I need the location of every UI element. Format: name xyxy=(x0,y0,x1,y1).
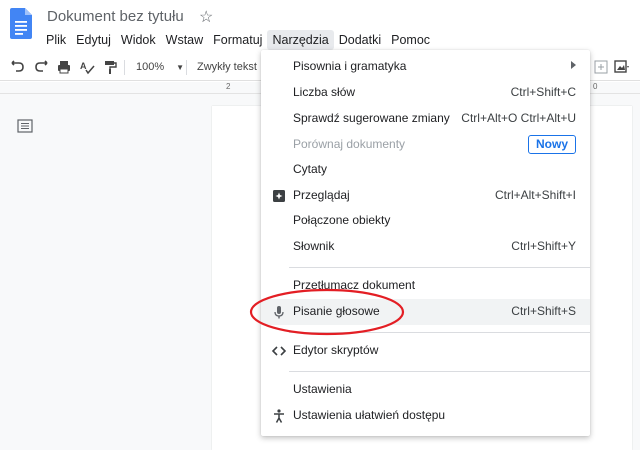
menu-item-label: Przetłumacz dokument xyxy=(293,278,416,292)
menu-item-translate-document[interactable]: Przetłumacz dokument xyxy=(261,273,590,299)
explore-icon xyxy=(273,190,285,202)
style-select[interactable]: Zwykły tekst xyxy=(197,58,257,76)
menubar: Plik Edytuj Widok Wstaw Formatuj Narzędz… xyxy=(41,30,435,50)
menu-help[interactable]: Pomoc xyxy=(386,30,435,50)
chevron-down-icon: ▼ xyxy=(176,62,185,72)
ruler-mark: 0 xyxy=(593,82,598,91)
menu-item-label: Sprawdź sugerowane zmiany xyxy=(293,111,450,125)
style-value: Zwykły tekst xyxy=(197,61,257,73)
menu-item-shortcut: Ctrl+Alt+Shift+I xyxy=(494,188,576,202)
menu-item-label: Połączone obiekty xyxy=(293,213,391,227)
menu-format[interactable]: Formatuj xyxy=(208,30,267,50)
menu-item-shortcut: Ctrl+Shift+C xyxy=(510,85,576,99)
menu-item-preferences[interactable]: Ustawienia xyxy=(261,377,590,403)
print-icon[interactable] xyxy=(56,58,72,76)
menu-item-review-suggested-edits[interactable]: Sprawdź sugerowane zmiany Ctrl+Alt+O Ctr… xyxy=(261,106,590,132)
document-outline-icon[interactable] xyxy=(17,119,33,133)
menu-item-accessibility-settings[interactable]: Ustawienia ułatwień dostępu xyxy=(261,403,590,429)
menu-item-label: Ustawienia ułatwień dostępu xyxy=(293,408,446,422)
menu-insert[interactable]: Wstaw xyxy=(161,30,209,50)
menu-item-word-count[interactable]: Liczba słów Ctrl+Shift+C xyxy=(261,80,590,106)
toolbar-divider xyxy=(186,60,187,75)
tools-menu: Pisownia i gramatyka Liczba słów Ctrl+Sh… xyxy=(261,50,590,436)
toolbar-divider xyxy=(124,60,125,75)
zoom-select[interactable]: 100% ▼ xyxy=(136,58,184,76)
zoom-value: 100% xyxy=(136,61,165,73)
menu-divider xyxy=(289,332,590,333)
menu-item-label: Porównaj dokumenty xyxy=(293,137,406,151)
ruler-mark: 2 xyxy=(226,82,231,91)
menu-addons[interactable]: Dodatki xyxy=(334,30,386,50)
menu-item-script-editor[interactable]: Edytor skryptów xyxy=(261,338,590,364)
menu-item-label: Edytor skryptów xyxy=(293,343,379,357)
redo-icon[interactable] xyxy=(33,58,49,76)
menu-item-spelling-grammar[interactable]: Pisownia i gramatyka xyxy=(261,54,590,80)
undo-icon[interactable] xyxy=(10,58,26,76)
new-badge: Nowy xyxy=(527,135,576,154)
spellcheck-icon[interactable]: A xyxy=(79,58,95,76)
menu-tools[interactable]: Narzędzia xyxy=(267,30,334,50)
menu-item-compare-documents: Porównaj dokumenty Nowy xyxy=(261,132,590,158)
menu-item-shortcut: Ctrl+Alt+O Ctrl+Alt+U xyxy=(461,111,576,125)
menu-item-label: Przeglądaj xyxy=(293,188,350,202)
menu-item-shortcut: Ctrl+Shift+S xyxy=(511,304,576,318)
image-icon[interactable] xyxy=(614,58,630,76)
menu-item-label: Pisanie głosowe xyxy=(293,304,380,318)
document-title[interactable]: Dokument bez tytułu xyxy=(47,8,184,25)
menu-divider xyxy=(289,371,590,372)
menu-edit[interactable]: Edytuj xyxy=(71,30,116,50)
menu-item-linked-objects[interactable]: Połączone obiekty xyxy=(261,208,590,234)
submenu-arrow-icon xyxy=(571,61,576,69)
svg-text:A: A xyxy=(80,61,87,71)
menu-item-voice-typing[interactable]: Pisanie głosowe Ctrl+Shift+S xyxy=(261,299,590,325)
code-icon xyxy=(271,346,287,356)
menu-item-explore[interactable]: Przeglądaj Ctrl+Alt+Shift+I xyxy=(261,183,590,209)
google-docs-logo-icon[interactable] xyxy=(10,8,32,39)
star-icon[interactable]: ☆ xyxy=(199,7,213,27)
menu-item-label: Ustawienia xyxy=(293,382,352,396)
menu-item-label: Słownik xyxy=(293,239,335,253)
menu-item-citations[interactable]: Cytaty xyxy=(261,157,590,183)
accessibility-icon xyxy=(274,409,284,423)
menu-item-label: Liczba słów xyxy=(293,85,356,99)
menu-item-label: Cytaty xyxy=(293,162,328,176)
paint-format-icon[interactable] xyxy=(102,58,118,76)
menu-item-label: Pisownia i gramatyka xyxy=(293,59,407,73)
header: Dokument bez tytułu ☆ Plik Edytuj Widok … xyxy=(0,0,640,54)
menu-file[interactable]: Plik xyxy=(41,30,71,50)
menu-item-shortcut: Ctrl+Shift+Y xyxy=(511,239,576,253)
microphone-icon xyxy=(274,306,284,319)
menu-divider xyxy=(289,267,590,268)
menu-item-dictionary[interactable]: Słownik Ctrl+Shift+Y xyxy=(261,234,590,260)
comment-add-icon[interactable] xyxy=(594,58,608,76)
menu-view[interactable]: Widok xyxy=(116,30,161,50)
